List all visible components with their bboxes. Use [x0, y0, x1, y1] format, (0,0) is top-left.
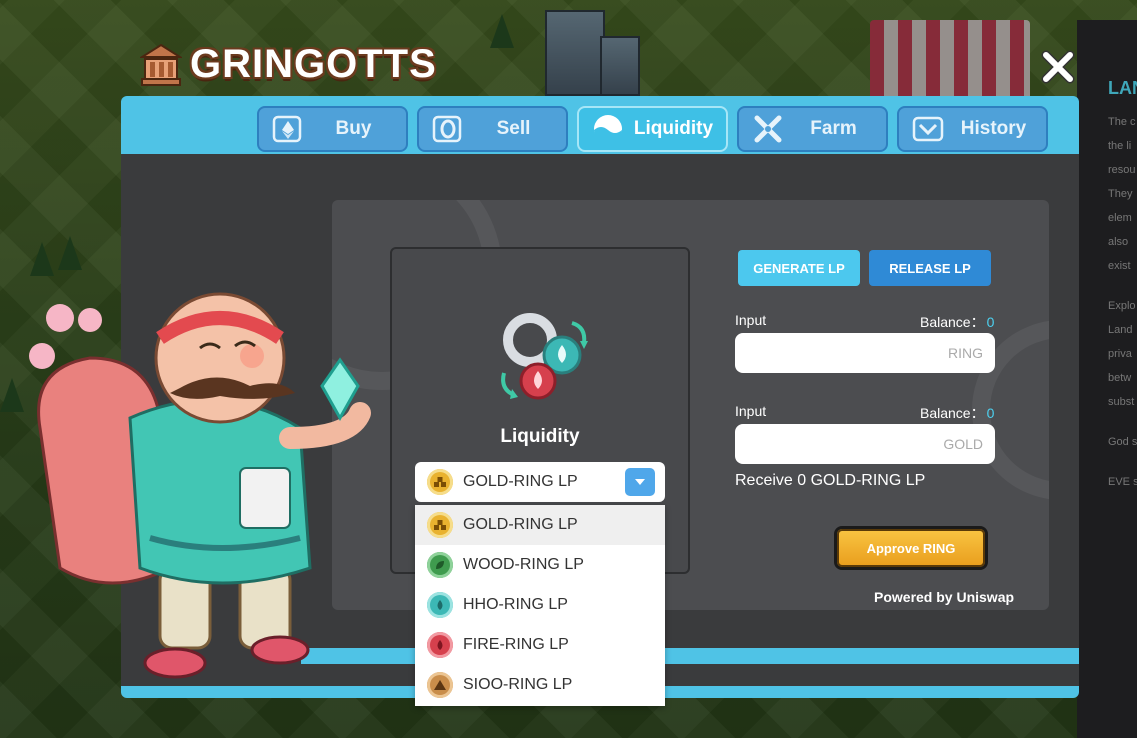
dropdown-option-sioo-ring[interactable]: SIOO-RING LP	[415, 665, 665, 705]
bank-building-icon	[140, 43, 182, 86]
side-panel-line: elem	[1108, 212, 1132, 224]
side-panel-line: subst	[1108, 396, 1135, 408]
dropdown-option-gold-ring[interactable]: GOLD-RING LP	[415, 505, 665, 545]
side-panel-line: resou	[1108, 164, 1136, 176]
fire-token-icon	[427, 632, 453, 658]
wood-token-icon	[427, 552, 453, 578]
history-icon	[912, 116, 944, 142]
tab-label: Liquidity	[633, 118, 714, 139]
tab-history[interactable]: History	[897, 106, 1048, 152]
liquidity-icon	[594, 115, 622, 144]
gringotts-logo: GRINGOTTS	[140, 42, 437, 87]
chevron-down-icon[interactable]	[625, 468, 655, 496]
side-panel-title: LAN	[1108, 78, 1137, 98]
balance-value: 0	[986, 405, 995, 421]
goblin-mascot-illustration	[29, 292, 371, 679]
input-label: Input	[735, 312, 767, 328]
gold-token-icon	[427, 512, 453, 538]
option-label: SIOO-RING LP	[463, 676, 573, 693]
selected-pair-label: GOLD-RING LP	[463, 473, 578, 490]
powered-by-text: Powered by Uniswap	[874, 589, 1015, 605]
release-lp-button[interactable]: RELEASE LP	[869, 250, 991, 286]
windmill-icon	[754, 115, 782, 143]
dropdown-option-hho-ring[interactable]: HHO-RING LP	[415, 585, 665, 625]
option-label: WOOD-RING LP	[463, 556, 584, 573]
side-panel-line: The c	[1108, 116, 1136, 128]
tab-label: Farm	[810, 118, 857, 139]
option-label: GOLD-RING LP	[463, 516, 578, 533]
side-panel-line: betw	[1108, 372, 1132, 384]
side-panel-line: exist	[1108, 260, 1131, 272]
logo-text: GRINGOTTS	[190, 42, 437, 86]
side-panel-line: They	[1108, 188, 1133, 200]
side-panel-line: Land	[1108, 324, 1133, 336]
eth-exchange-icon	[272, 115, 302, 143]
side-panel-line: EVE s	[1108, 476, 1137, 488]
ring-exchange-icon	[432, 115, 462, 143]
input-label: Input	[735, 403, 767, 419]
side-panel-line: also	[1108, 236, 1129, 248]
gold-balance: Balance： 0	[920, 403, 994, 423]
tab-farm[interactable]: Farm	[737, 106, 888, 152]
approve-ring-button[interactable]: Approve RING	[834, 526, 988, 570]
side-panel-line: God s	[1108, 436, 1137, 448]
receive-text: Receive 0 GOLD-RING LP	[735, 472, 926, 489]
dropdown-option-wood-ring[interactable]: WOOD-RING LP	[415, 545, 665, 585]
balance-label: Balance：	[920, 405, 985, 421]
tab-label: Sell	[496, 118, 531, 139]
hho-token-icon	[427, 592, 453, 618]
generate-lp-button[interactable]: GENERATE LP	[738, 250, 860, 286]
tab-bar: Buy Sell Liquidity Farm History	[257, 106, 1048, 152]
side-info-panel: LAN The c the li resou They elem also ex…	[1077, 20, 1137, 738]
side-panel-line: the li	[1108, 140, 1132, 152]
tab-buy[interactable]: Buy	[257, 106, 408, 152]
close-icon	[1041, 50, 1075, 84]
option-label: FIRE-RING LP	[463, 636, 569, 653]
gold-amount-input[interactable]	[735, 424, 995, 464]
side-panel-line: Explo	[1108, 300, 1136, 312]
tab-liquidity[interactable]: Liquidity	[577, 106, 728, 152]
balance-label: Balance：	[920, 314, 985, 330]
tab-label: Buy	[335, 118, 372, 139]
dropdown-option-fire-ring[interactable]: FIRE-RING LP	[415, 625, 665, 665]
liquidity-illustration	[501, 313, 588, 400]
liquidity-title: Liquidity	[500, 426, 580, 447]
lp-pair-select[interactable]: GOLD-RING LP	[415, 462, 665, 502]
tab-label: History	[960, 118, 1027, 139]
sioo-token-icon	[427, 672, 453, 698]
ring-balance: Balance： 0	[920, 312, 994, 332]
option-label: HHO-RING LP	[463, 596, 568, 613]
balance-value: 0	[986, 314, 995, 330]
side-panel-line: priva	[1108, 348, 1132, 360]
tab-sell[interactable]: Sell	[417, 106, 568, 152]
gold-token-icon	[427, 469, 453, 495]
close-button[interactable]	[1030, 42, 1086, 92]
ring-amount-input[interactable]	[735, 333, 995, 373]
lp-pair-dropdown: GOLD-RING LP WOOD-RING LP HHO-RING LP FI…	[415, 505, 665, 706]
